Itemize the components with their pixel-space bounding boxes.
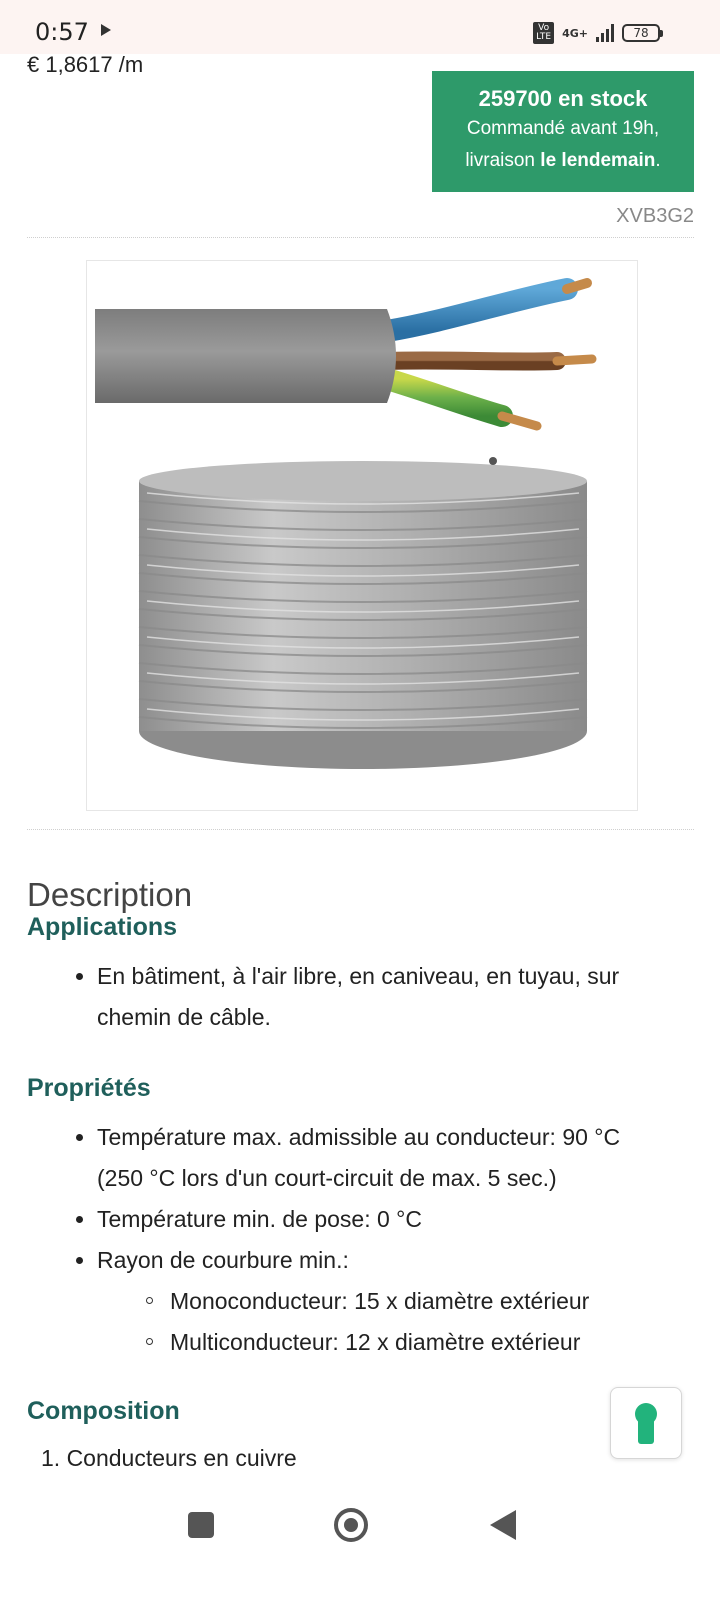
navigation-bar <box>0 1490 720 1600</box>
list-item-text: Rayon de courbure min.: <box>97 1247 349 1273</box>
list-item: Température min. de pose: 0 °C <box>27 1199 697 1240</box>
sub-list-item-text: Monoconducteur: 15 x diamètre extérieur <box>170 1288 590 1314</box>
stock-delivery: livraison le lendemain. <box>432 145 694 177</box>
sub-list-item-text: Multiconducteur: 12 x diamètre extérieur <box>170 1329 581 1355</box>
list-item: 1. Conducteurs en cuivre <box>41 1445 297 1471</box>
sub-list-item: Multiconducteur: 12 x diamètre extérieur <box>27 1322 697 1363</box>
stock-delivery-bold: le lendemain <box>540 150 656 171</box>
chat-button[interactable] <box>610 1387 682 1459</box>
composition-heading: Composition <box>27 1397 180 1425</box>
status-time: 0:57 <box>35 18 89 46</box>
applications-heading: Applications <box>27 913 178 941</box>
stock-badge: 259700 en stock Commandé avant 19h, livr… <box>432 71 694 192</box>
list-item-text: Température min. de pose: 0 °C <box>97 1206 422 1232</box>
volte-icon: Vo LTE <box>533 22 555 44</box>
proprietes-list: Température max. admissible au conducteu… <box>27 1117 697 1363</box>
status-bar: 0:57 Vo LTE 4G+ 78 <box>0 0 720 54</box>
proprietes-heading: Propriétés <box>27 1074 151 1102</box>
composition-list: 1. Conducteurs en cuivre <box>27 1438 697 1479</box>
divider <box>27 237 694 238</box>
stock-order-deadline: Commandé avant 19h, <box>466 118 660 139</box>
battery-icon: 78 <box>622 24 663 42</box>
stock-delivery-prefix: livraison <box>465 150 541 171</box>
status-indicators: Vo LTE 4G+ 78 <box>533 22 663 44</box>
stock-count: 259700 en stock <box>478 86 648 111</box>
sub-list-item: Monoconducteur: 15 x diamètre extérieur <box>27 1281 697 1322</box>
back-button[interactable] <box>490 1510 516 1540</box>
keyhole-icon-stem <box>638 1418 654 1444</box>
list-item: Rayon de courbure min.: <box>27 1240 697 1281</box>
divider <box>27 829 694 830</box>
list-item-text: Température max. admissible au conducteu… <box>97 1124 621 1150</box>
recent-apps-button[interactable] <box>188 1512 214 1538</box>
home-button[interactable] <box>334 1508 368 1542</box>
list-item-text: En bâtiment, à l'air libre, en caniveau,… <box>97 963 620 989</box>
product-sku: XVB3G2 <box>616 205 694 227</box>
signal-icon <box>596 24 614 42</box>
description-title: Description <box>27 876 193 913</box>
applications-list: En bâtiment, à l'air libre, en caniveau,… <box>27 956 697 1038</box>
list-item-continuation: (250 °C lors d'un court-circuit de max. … <box>97 1165 557 1191</box>
stock-delivery-suffix: . <box>655 150 661 171</box>
unit-price: € 1,8617 /m <box>27 52 144 77</box>
list-item: Température max. admissible au conducteu… <box>27 1117 697 1158</box>
cable-coil-illustration <box>95 278 597 769</box>
network-type: 4G+ <box>562 26 588 40</box>
volte-bottom: LTE <box>536 32 552 42</box>
list-item-continuation: chemin de câble. <box>97 1004 271 1030</box>
play-icon <box>101 24 111 36</box>
product-image[interactable] <box>86 260 638 811</box>
list-item: En bâtiment, à l'air libre, en caniveau,… <box>27 956 697 997</box>
